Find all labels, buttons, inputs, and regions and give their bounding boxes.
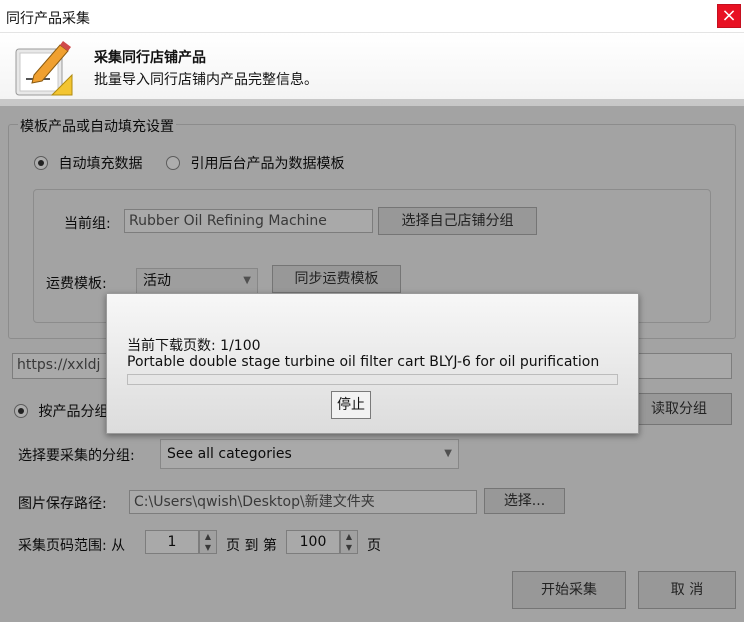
progress-dialog: 当前下载页数: 1/100 Portable double stage turb…: [106, 293, 639, 434]
edit-document-icon: [15, 41, 73, 96]
window-title: 同行产品采集: [6, 11, 90, 27]
header-subtitle: 批量导入同行店铺内产品完整信息。: [94, 72, 318, 88]
modal-overlay-edge: [0, 99, 744, 106]
download-progress-bar: [127, 374, 618, 385]
current-item-title: Portable double stage turbine oil filter…: [127, 354, 600, 370]
title-bar: 同行产品采集 ×: [0, 0, 744, 33]
download-page-status: 当前下载页数: 1/100: [127, 338, 261, 354]
stop-button[interactable]: 停止: [331, 391, 371, 419]
header-title: 采集同行店铺产品: [94, 50, 206, 66]
header-banner: 采集同行店铺产品 批量导入同行店铺内产品完整信息。: [0, 33, 744, 106]
close-button[interactable]: ×: [717, 4, 741, 28]
